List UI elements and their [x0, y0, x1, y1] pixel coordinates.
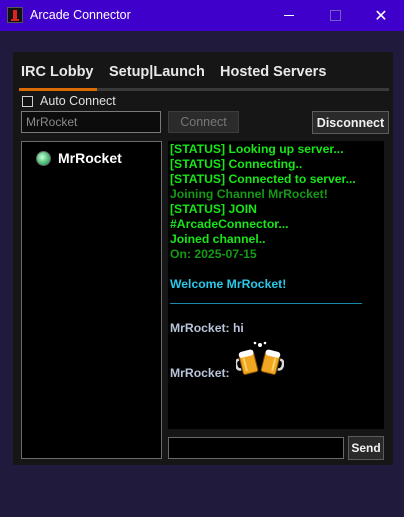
- user-list[interactable]: MrRocket: [21, 141, 162, 459]
- user-name: MrRocket: [58, 150, 122, 166]
- tab-setup-launch[interactable]: Setup|Launch: [109, 64, 205, 80]
- message-text: hi: [232, 321, 244, 335]
- beer-mugs-cheers-icon: [236, 341, 284, 375]
- title-bar: Arcade Connector ✕: [0, 0, 404, 31]
- message-sender: MrRocket:: [170, 321, 230, 335]
- message-input[interactable]: [168, 437, 344, 459]
- minimize-button[interactable]: [266, 0, 312, 31]
- chat-line: Joining Channel MrRocket!: [170, 187, 328, 201]
- chat-divider: [170, 303, 362, 304]
- chat-line: On: 2025-07-15: [170, 247, 257, 261]
- nickname-input[interactable]: [21, 111, 161, 133]
- chat-line: [STATUS] Connected to server...: [170, 172, 356, 186]
- auto-connect-row[interactable]: Auto Connect: [22, 94, 116, 108]
- user-list-item[interactable]: MrRocket: [36, 150, 122, 166]
- chat-line: [STATUS] Connecting..: [170, 157, 303, 171]
- auto-connect-checkbox[interactable]: [22, 95, 33, 107]
- chat-line: [STATUS] JOIN: [170, 202, 257, 216]
- welcome-message: Welcome MrRocket!: [170, 277, 287, 291]
- send-button[interactable]: Send: [348, 436, 384, 460]
- tab-irc-lobby[interactable]: IRC Lobby: [21, 64, 94, 80]
- close-button[interactable]: ✕: [358, 0, 404, 31]
- maximize-icon: [329, 10, 341, 21]
- close-icon: ✕: [374, 7, 388, 25]
- chat-message: MrRocket: hi: [170, 321, 244, 335]
- app-icon: [7, 7, 23, 23]
- active-tab-indicator: [19, 88, 97, 91]
- tab-hosted-servers[interactable]: Hosted Servers: [220, 64, 326, 80]
- online-status-icon: [36, 150, 51, 166]
- chat-line: [STATUS] Looking up server...: [170, 142, 344, 156]
- minimize-icon: [284, 15, 294, 16]
- connect-button[interactable]: Connect: [168, 111, 239, 133]
- maximize-button[interactable]: [312, 0, 358, 31]
- auto-connect-label: Auto Connect: [40, 94, 116, 108]
- chat-line: #ArcadeConnector...: [170, 217, 289, 231]
- disconnect-button[interactable]: Disconnect: [312, 111, 389, 134]
- tab-strip: [19, 88, 389, 91]
- chat-message: MrRocket:: [170, 366, 230, 380]
- window-title: Arcade Connector: [30, 8, 131, 22]
- message-sender: MrRocket:: [170, 366, 230, 380]
- chat-log[interactable]: [STATUS] Looking up server... [STATUS] C…: [168, 141, 384, 429]
- chat-line: Joined channel..: [170, 232, 266, 246]
